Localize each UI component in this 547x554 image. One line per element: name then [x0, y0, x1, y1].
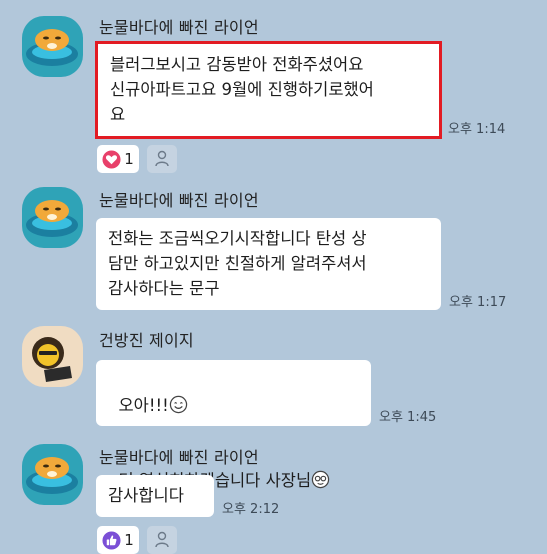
person-icon: [155, 531, 169, 548]
message-bubble[interactable]: 오아!!! 더 열심히하겠습니다 사장님: [96, 360, 371, 490]
smile-emoji-icon: [169, 395, 187, 414]
message-time: 오후 2:12: [222, 502, 280, 517]
thumbs-up-icon: [102, 530, 121, 550]
avatar-ryan[interactable]: [22, 16, 83, 77]
avatar-jayg[interactable]: [22, 326, 83, 387]
heart-icon: [102, 149, 121, 169]
sender-name: 눈물바다에 빠진 라이언: [99, 448, 259, 467]
avatar-ryan[interactable]: [22, 187, 83, 248]
message-bubble[interactable]: 감사합니다: [96, 475, 214, 517]
reaction-count: 1: [124, 150, 134, 168]
reaction-count: 1: [124, 531, 134, 549]
add-reaction-button[interactable]: [147, 145, 177, 173]
message-time: 오후 1:14: [448, 122, 506, 137]
message-time: 오후 1:17: [449, 295, 507, 310]
sender-name: 건방진 제이지: [99, 331, 194, 350]
message-bubble[interactable]: 블러그보시고 감동받아 전화주셨어요 신규아파트고요 9월에 진행하기로했어 요: [95, 41, 442, 139]
sender-name: 눈물바다에 빠진 라이언: [99, 18, 259, 37]
sender-name: 눈물바다에 빠진 라이언: [99, 191, 259, 210]
avatar-ryan[interactable]: [22, 444, 83, 505]
reaction-thumbs-up[interactable]: 1: [97, 526, 139, 554]
add-reaction-button[interactable]: [147, 526, 177, 554]
reaction-heart[interactable]: 1: [97, 145, 139, 173]
glasses-emoji-icon: [311, 470, 330, 489]
message-bubble[interactable]: 전화는 조금씩오기시작합니다 탄성 상 담만 하고있지만 친절하게 알려주셔서 …: [96, 218, 441, 310]
message-line-1: 오아!!!: [118, 396, 169, 415]
person-icon: [155, 150, 169, 167]
message-time: 오후 1:45: [379, 410, 437, 425]
